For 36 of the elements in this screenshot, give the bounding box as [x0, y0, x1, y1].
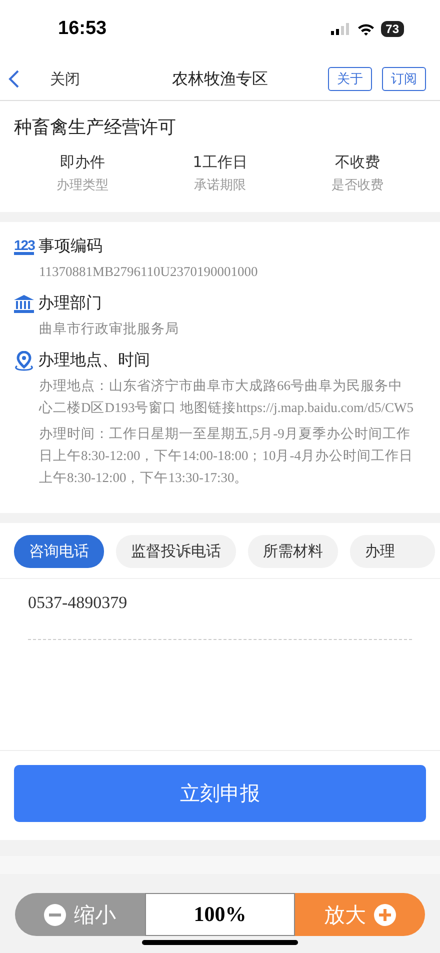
nav-button[interactable]: 关于 [328, 67, 372, 91]
item-title: 种畜禽生产经营许可 [14, 116, 177, 139]
section-heading: 事项编码 [38, 236, 102, 257]
fact-value: 即办件 [60, 153, 106, 172]
detail-text: 曲阜市行政审批服务局 [39, 320, 180, 338]
fact-value: 不收费 [334, 153, 380, 172]
section-heading: 办理地点、时间 [38, 350, 150, 371]
detail-text: 11370881MB2796110U2370190001000 [39, 263, 259, 281]
zoom-level: 100% [145, 893, 295, 936]
zoom-in-button[interactable]: 放大 [295, 893, 425, 936]
phone-number: 0537-4890379 [27, 592, 128, 614]
location-pin-icon [14, 350, 34, 370]
apply-button[interactable]: 立刻申报 [14, 765, 426, 822]
detail-text: 办理时间：工作日星期一至星期五,5月-9月夏季办公时间工作日上午8:30-12:00，下午14:00-18:00；10月-4月办公时间工作日上午8:30-12:00，下午13:30-17:30。 [39, 425, 414, 487]
fact-label: 是否收费 [331, 177, 384, 194]
minus-icon [44, 904, 66, 926]
zoom-out-button[interactable]: 缩小 [15, 893, 145, 936]
nav-button[interactable]: 订阅 [382, 67, 426, 91]
battery-indicator: 73 [380, 21, 404, 37]
tab[interactable]: 办理 [350, 535, 435, 568]
detail-text: 办理地点：山东省济宁市曲阜市大成路66号曲阜为民服务中心二楼D区D193号窗口 地图链接https://j.map.baidu.com/d5/CW5 [39, 377, 414, 417]
bank-icon [14, 294, 34, 312]
wifi-icon [356, 22, 375, 36]
fact-label: 办理类型 [56, 177, 109, 194]
fact-label: 承诺期限 [194, 177, 246, 194]
tab[interactable]: 咨询电话 [14, 535, 104, 568]
back-icon[interactable] [8, 69, 20, 89]
tab[interactable]: 所需材料 [248, 535, 338, 568]
page-title: 农林牧渔专区 [172, 68, 268, 90]
status-time: 16:53 [58, 18, 107, 40]
section-heading: 办理部门 [38, 293, 102, 314]
close-button[interactable]: 关闭 [50, 70, 80, 88]
plus-icon [374, 904, 396, 926]
signal-icon [330, 23, 351, 35]
fact-value: 1工作日 [192, 153, 248, 172]
tab[interactable]: 监督投诉电话 [116, 535, 236, 568]
